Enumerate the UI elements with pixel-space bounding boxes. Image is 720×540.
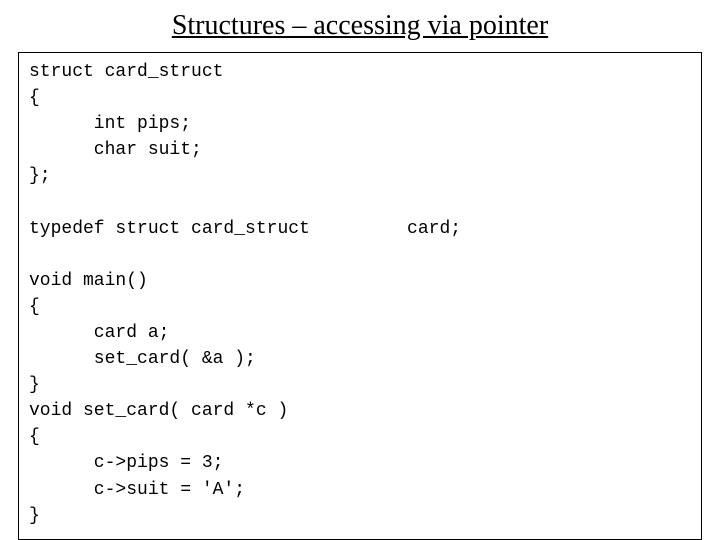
slide-title: Structures – accessing via pointer — [18, 10, 702, 42]
code-block: struct card_struct { int pips; char suit… — [18, 52, 702, 540]
